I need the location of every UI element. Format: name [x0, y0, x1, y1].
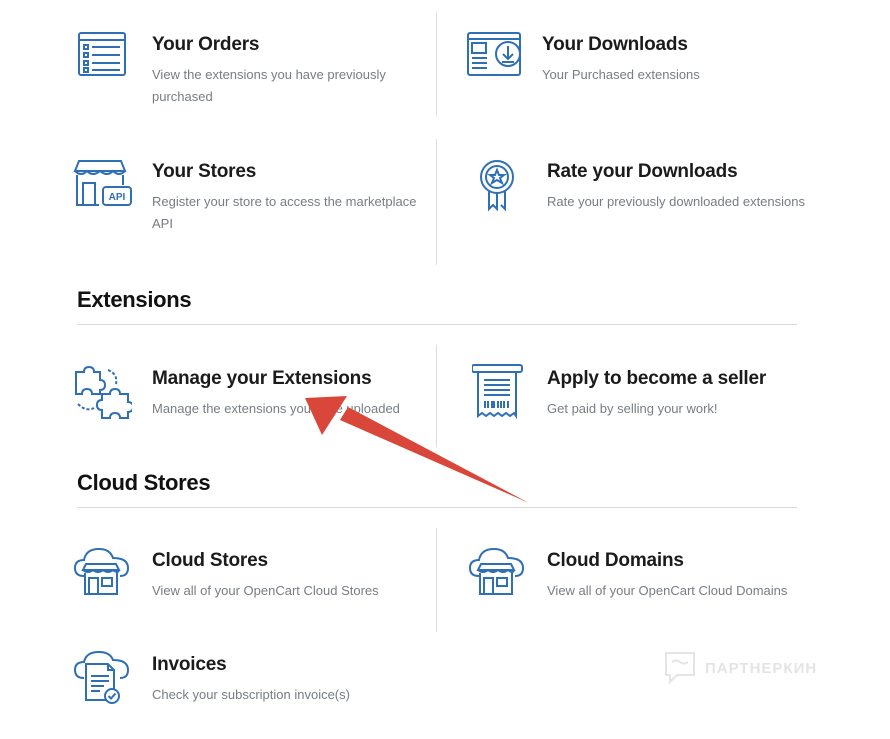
cloud-divider [77, 507, 797, 508]
your-orders-title[interactable]: Your Orders [152, 34, 259, 56]
invoices-card[interactable]: Invoices Check your subscription invoice… [72, 650, 417, 710]
your-stores-desc: Register your store to access the market… [152, 194, 417, 231]
manage-extensions-title[interactable]: Manage your Extensions [152, 368, 372, 390]
extensions-row-divider [436, 345, 437, 447]
rate-downloads-desc: Rate your previously downloaded extensio… [547, 194, 805, 209]
cloud-section-title: Cloud Stores [77, 470, 211, 495]
row2-divider [436, 139, 437, 265]
rate-downloads-card[interactable]: Rate your Downloads Rate your previously… [472, 157, 812, 247]
become-seller-card[interactable]: Apply to become a seller Get paid by sel… [472, 364, 812, 424]
your-stores-card[interactable]: API Your Stores Register your store to a… [73, 157, 417, 247]
extensions-divider [77, 324, 797, 325]
watermark-text: ПАРТНЕРКИН [705, 659, 818, 677]
award-ribbon-icon [472, 157, 532, 217]
become-seller-title[interactable]: Apply to become a seller [547, 368, 766, 390]
cloud-stores-desc: View all of your OpenCart Cloud Stores [152, 583, 379, 598]
your-downloads-desc: Your Purchased extensions [542, 67, 700, 82]
invoices-desc: Check your subscription invoice(s) [152, 687, 350, 702]
cloud-domains-title[interactable]: Cloud Domains [547, 550, 684, 572]
cloud-domains-desc: View all of your OpenCart Cloud Domains [547, 583, 788, 598]
speech-bubble-icon [665, 652, 695, 685]
cloud-stores-card[interactable]: Cloud Stores View all of your OpenCart C… [72, 546, 417, 606]
extensions-section-title: Extensions [77, 287, 192, 312]
invoices-title[interactable]: Invoices [152, 654, 227, 676]
rate-downloads-title[interactable]: Rate your Downloads [547, 161, 738, 183]
cloud-row-divider [436, 528, 437, 632]
manage-extensions-card[interactable]: Manage your Extensions Manage the extens… [72, 364, 417, 424]
puzzle-pieces-icon [72, 364, 132, 424]
your-orders-card[interactable]: Your Orders View the extensions you have… [77, 30, 417, 110]
your-downloads-card[interactable]: Your Downloads Your Purchased extensions [467, 30, 807, 110]
watermark: ПАРТНЕРКИН [663, 650, 817, 686]
cloud-store-icon [72, 546, 132, 606]
row1-divider [436, 12, 437, 116]
cloud-store-icon [467, 546, 527, 606]
your-orders-desc: View the extensions you have previously … [152, 67, 386, 104]
api-badge-text: API [109, 192, 126, 203]
cloud-invoice-icon [72, 650, 132, 710]
download-window-icon [467, 30, 527, 90]
cloud-domains-card[interactable]: Cloud Domains View all of your OpenCart … [467, 546, 812, 606]
manage-extensions-desc: Manage the extensions you have uploaded [152, 401, 400, 416]
receipt-icon [472, 364, 532, 424]
become-seller-desc: Get paid by selling your work! [547, 401, 718, 416]
orders-list-icon [77, 30, 137, 90]
store-api-icon: API [73, 157, 133, 217]
your-downloads-title[interactable]: Your Downloads [542, 34, 688, 56]
your-stores-title[interactable]: Your Stores [152, 161, 256, 183]
cloud-stores-title[interactable]: Cloud Stores [152, 550, 268, 572]
